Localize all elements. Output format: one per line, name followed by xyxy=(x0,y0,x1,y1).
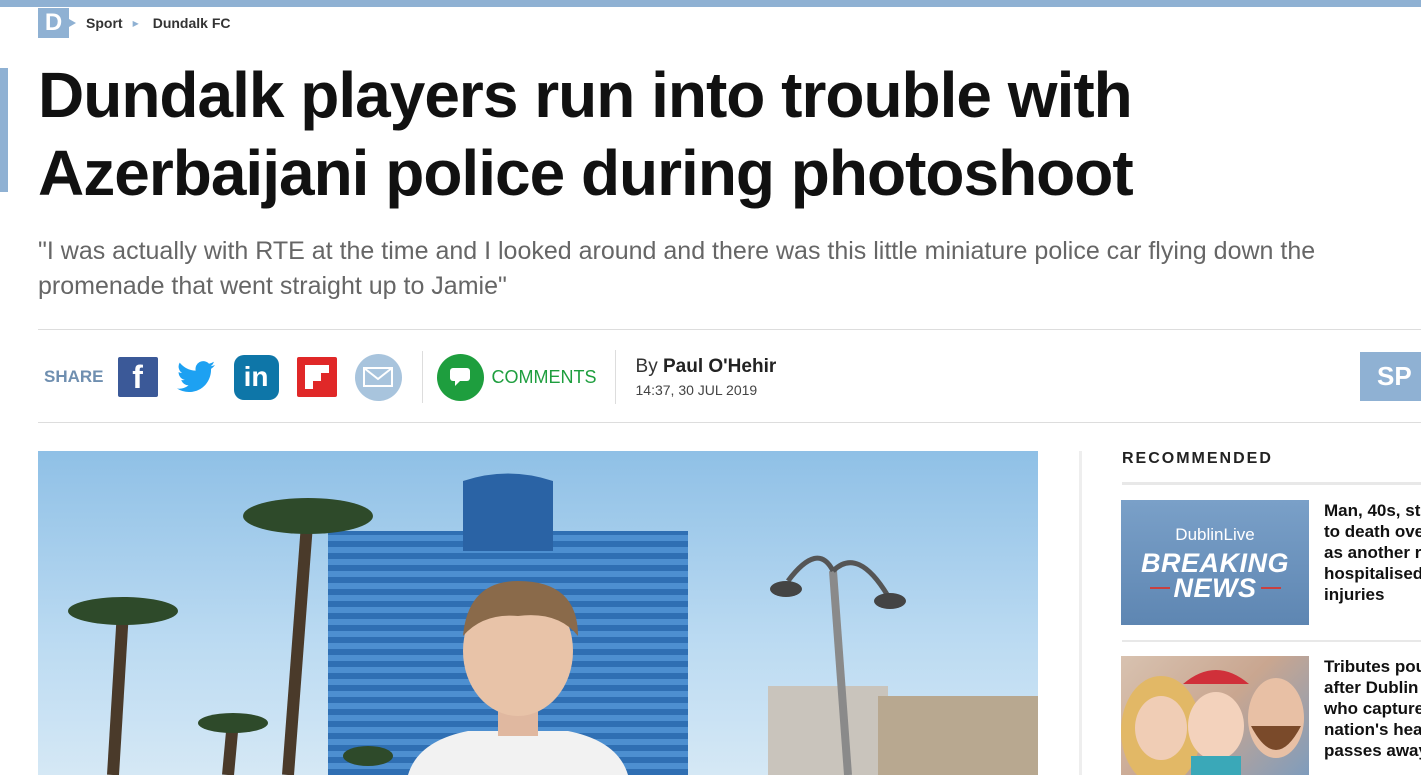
divider xyxy=(421,351,423,403)
recommended-thumbnail[interactable]: DublinLive BREAKING NEWS xyxy=(1121,500,1309,625)
twitter-icon[interactable] xyxy=(176,357,216,397)
byline: By Paul O'Hehir 14:37, 30 JUL 2019 xyxy=(636,356,777,398)
recommended-item-headline[interactable]: Tributes pou after Dublin who capture na… xyxy=(1324,656,1421,761)
divider xyxy=(614,350,616,404)
section-button[interactable]: SP xyxy=(1360,352,1421,401)
flipboard-icon[interactable] xyxy=(296,357,337,397)
recommended-title: RECOMMENDED xyxy=(1122,450,1273,467)
recommended-thumbnail[interactable] xyxy=(1121,656,1309,775)
email-icon[interactable] xyxy=(354,353,402,401)
linkedin-icon[interactable]: in xyxy=(233,354,279,400)
recommended-item-headline[interactable]: Man, 40s, st to death ove as another r h… xyxy=(1324,500,1421,605)
divider xyxy=(1122,482,1421,485)
author-line: By Paul O'Hehir xyxy=(635,356,777,377)
divider xyxy=(1122,640,1421,642)
hero-image xyxy=(38,451,1038,775)
site-logo[interactable]: D xyxy=(38,8,76,38)
breaking-news-text: NEWS xyxy=(1173,572,1257,603)
divider xyxy=(38,329,1421,330)
facebook-icon[interactable]: f xyxy=(117,357,158,397)
column-divider xyxy=(1079,451,1082,775)
brand-logo: DublinLive xyxy=(1175,524,1255,544)
article-standfirst: "I was actually with RTE at the time and… xyxy=(38,237,1316,300)
breadcrumb-dundalk-fc[interactable]: Dundalk FC xyxy=(153,15,231,31)
divider xyxy=(38,422,1421,423)
breadcrumb: D Sport ▶ Dundalk FC xyxy=(38,8,231,38)
top-accent-bar xyxy=(0,0,1421,7)
share-label: SHARE xyxy=(44,367,104,386)
chevron-right-icon: ▶ xyxy=(132,18,139,28)
comments-link[interactable]: COMMENTS xyxy=(492,367,597,388)
share-bar: SHARE f in COMMENTS By Paul O'Hehir 14:3… xyxy=(44,350,777,404)
comments-icon[interactable] xyxy=(436,353,484,401)
author-name[interactable]: Paul O'Hehir xyxy=(663,356,776,377)
breadcrumb-sport[interactable]: Sport xyxy=(86,15,123,31)
article-headline: Dundalk players run into trouble with Az… xyxy=(38,59,1134,209)
publish-date: 14:37, 30 JUL 2019 xyxy=(635,382,758,398)
headline-accent-bar xyxy=(0,68,8,192)
breaking-news-text: BREAKING xyxy=(1140,547,1289,578)
